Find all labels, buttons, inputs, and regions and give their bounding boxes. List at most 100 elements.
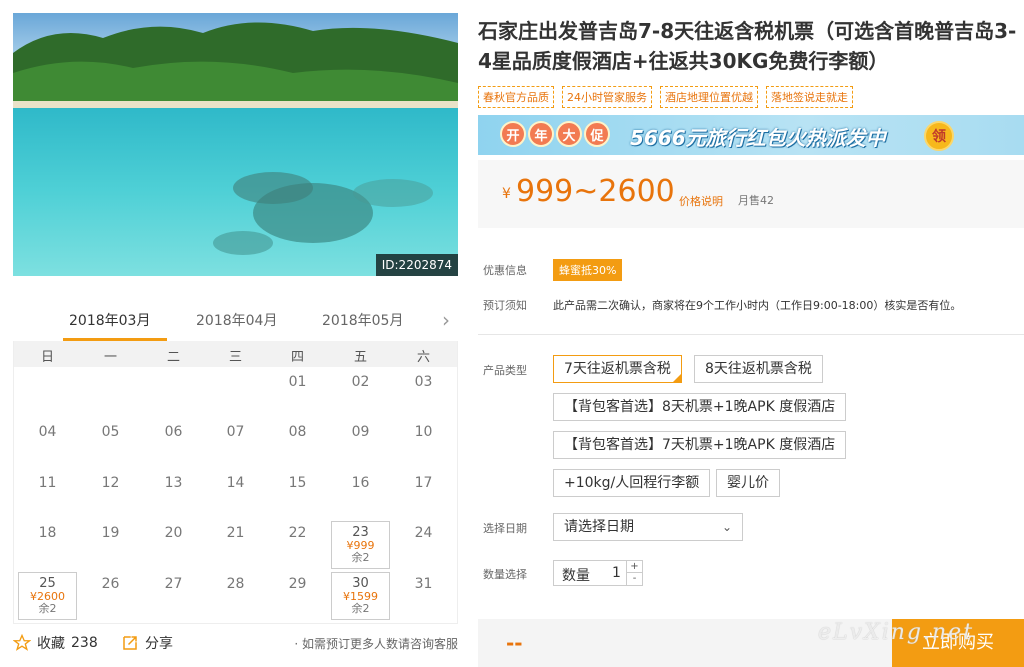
divider [478, 334, 1024, 335]
option-infant-price[interactable]: 婴儿价 [716, 469, 780, 497]
favorite-button[interactable]: 收藏 238 [13, 633, 98, 653]
option-label: 8天往返机票含税 [705, 361, 812, 377]
quantity-value[interactable]: 1 [612, 565, 621, 581]
quantity-increase-button[interactable]: + [626, 561, 642, 573]
calendar-day: 15 [266, 469, 329, 519]
calendar-day: 17 [392, 469, 455, 519]
calendar-day: 18 [16, 519, 79, 569]
day-remaining: 余2 [38, 602, 57, 615]
calendar-day: 03 [392, 368, 455, 418]
promo-badge: 大 [556, 121, 582, 147]
calendar-day: 28 [204, 570, 267, 620]
date-select-value: 请选择日期 [564, 519, 634, 535]
calendar-month-tabs: 2018年03月 2018年04月 2018年05月 › [13, 300, 458, 341]
notice-label: 预订须知 [483, 299, 527, 312]
quantity-decrease-button[interactable]: - [626, 573, 642, 585]
calendar-day-available[interactable]: 23 ¥999 余2 [331, 521, 390, 569]
calendar-day: 14 [204, 469, 267, 519]
calendar-day: 11 [16, 469, 79, 519]
calendar-day: 10 [392, 418, 455, 468]
action-footer: 收藏 238 分享 · 如需预订更多人数请咨询客服 [13, 633, 458, 655]
promo-banner[interactable]: 开 年 大 促 5666元旅行红包火热派发中 领 [478, 115, 1024, 155]
chevron-right-icon[interactable]: › [442, 308, 450, 332]
weekday-label: 三 [228, 350, 242, 365]
option-8day-flight[interactable]: 8天往返机票含税 [694, 355, 823, 383]
weekday-label: 日 [40, 350, 54, 365]
quantity-label: 数量选择 [483, 568, 527, 581]
calendar-weekday-header: 日 一 二 三 四 五 六 [14, 341, 457, 367]
feature-tag: 落地签说走就走 [766, 86, 853, 108]
price-box: ¥ 999~2600 价格说明 月售42 [478, 160, 1024, 228]
option-backpacker-8day[interactable]: 【背包客首选】8天机票+1晚APK 度假酒店 [553, 393, 847, 421]
day-number: 25 [39, 576, 56, 591]
calendar-day-available[interactable]: 30 ¥1599 余2 [331, 572, 390, 620]
product-photo: ID:2202874 [13, 13, 458, 276]
day-number: 03 [414, 374, 433, 390]
option-extra-baggage[interactable]: +10kg/人回程行李额 [553, 469, 711, 497]
day-number: 13 [164, 475, 183, 491]
share-button[interactable]: 分享 [121, 633, 173, 653]
day-number: 24 [414, 525, 433, 541]
product-type-label: 产品类型 [483, 364, 527, 377]
day-number: 29 [288, 576, 307, 592]
tab-month-2[interactable]: 2018年04月 [196, 310, 277, 330]
promo-badge: 年 [528, 121, 554, 147]
tab-month-1[interactable]: 2018年03月 [69, 310, 150, 330]
day-number: 31 [414, 576, 433, 592]
calendar-day: 07 [204, 418, 267, 468]
calendar-day: 26 [79, 570, 142, 620]
quantity-text: 数量 [562, 568, 590, 584]
promo-text: 5666元旅行红包火热派发中 [630, 126, 886, 150]
option-backpacker-7day[interactable]: 【背包客首选】7天机票+1晚APK 度假酒店 [553, 431, 847, 459]
option-label: 【背包客首选】7天机票+1晚APK 度假酒店 [564, 437, 836, 453]
day-remaining: 余2 [351, 602, 370, 615]
calendar-day: 27 [142, 570, 205, 620]
beach-photo-image [13, 13, 458, 276]
day-number: 01 [288, 374, 307, 390]
day-number: 02 [351, 374, 370, 390]
currency-symbol: ¥ [502, 186, 511, 202]
day-number: 26 [101, 576, 120, 592]
feature-tag: 酒店地理位置优越 [660, 86, 758, 108]
share-label: 分享 [145, 636, 173, 652]
share-icon [123, 636, 137, 650]
claim-coin-icon[interactable]: 领 [924, 121, 954, 151]
image-id-label: ID:2202874 [375, 254, 458, 276]
day-number: 09 [351, 424, 370, 440]
day-number: 06 [164, 424, 183, 440]
option-label: 婴儿价 [727, 475, 769, 491]
calendar-day-available[interactable]: 25 ¥2600 余2 [18, 572, 77, 620]
day-number: 04 [38, 424, 57, 440]
calendar-day: 02 [329, 368, 392, 418]
date-select[interactable]: 请选择日期 ⌄ [553, 513, 743, 541]
weekday-label: 一 [103, 350, 117, 365]
day-number: 23 [352, 525, 369, 540]
option-label: +10kg/人回程行李额 [564, 475, 700, 491]
weekday-label: 二 [166, 350, 180, 365]
day-number: 19 [101, 525, 120, 541]
price-explanation-link[interactable]: 价格说明 [679, 193, 723, 209]
feature-tag: 24小时管家服务 [562, 86, 652, 108]
option-label: 7天往返机票含税 [564, 361, 671, 377]
day-number: 05 [101, 424, 120, 440]
day-remaining: 余2 [351, 551, 370, 564]
calendar-day: 06 [142, 418, 205, 468]
promo-badges: 开 年 大 促 [500, 121, 610, 147]
day-number: 15 [288, 475, 307, 491]
promo-badge: 开 [500, 121, 526, 147]
tab-month-3[interactable]: 2018年05月 [322, 310, 403, 330]
day-number: 07 [226, 424, 245, 440]
day-number: 20 [164, 525, 183, 541]
calendar-day: 21 [204, 519, 267, 569]
day-number: 10 [414, 424, 433, 440]
price-range: 999~2600 [516, 174, 675, 209]
product-title: 石家庄出发普吉岛7-8天往返含税机票（可选含首晚普吉岛3-4星品质度假酒店+往返… [478, 19, 1017, 73]
weekday-label: 五 [353, 350, 367, 365]
calendar-day: 20 [142, 519, 205, 569]
option-7day-flight[interactable]: 7天往返机票含税 [553, 355, 682, 383]
calendar-day: 24 [392, 519, 455, 569]
promo-badge: 促 [584, 121, 610, 147]
day-number: 18 [38, 525, 57, 541]
day-number: 28 [226, 576, 245, 592]
day-number: 14 [226, 475, 245, 491]
